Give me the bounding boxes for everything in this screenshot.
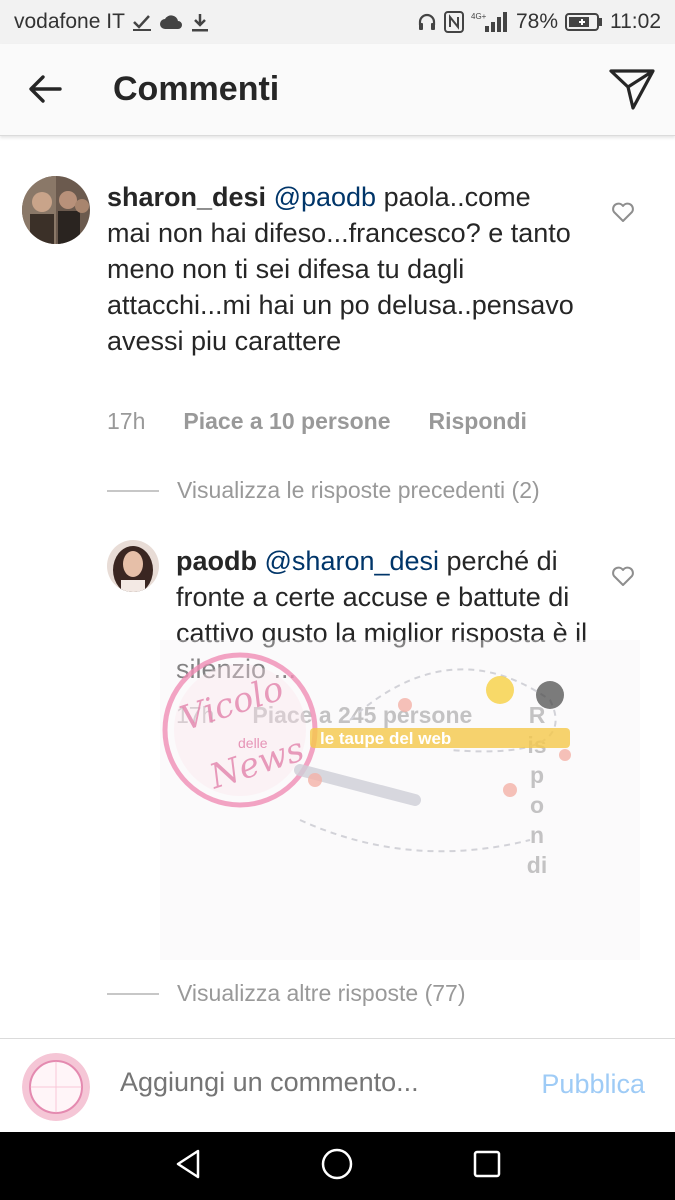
square-recents-icon: [472, 1149, 502, 1184]
view-previous-replies[interactable]: Visualizza le risposte precedenti (2): [107, 477, 540, 504]
heart-icon: [611, 565, 635, 592]
comment-text: sharon_desi @paodb paola..come mai non h…: [107, 179, 577, 359]
page-title: Commenti: [113, 70, 280, 108]
comment-item: sharon_desi @paodb paola..come mai non h…: [0, 136, 675, 466]
current-user-avatar: [22, 1053, 90, 1121]
download-icon: [190, 12, 210, 32]
comment-meta: 17h Piace a 245 persone: [176, 702, 472, 729]
app-header: Commenti: [0, 44, 675, 136]
comment-time: 17h: [107, 408, 146, 434]
clock: 11:02: [610, 10, 661, 33]
carrier-label: vodafone IT: [14, 10, 125, 33]
nav-back-button[interactable]: [170, 1148, 206, 1184]
comment-composer: Pubblica: [0, 1038, 675, 1132]
like-button[interactable]: [609, 564, 637, 592]
view-more-label: Visualizza altre risposte (77): [177, 980, 466, 1006]
paper-plane-icon: [609, 68, 655, 115]
cloud-icon: [159, 14, 183, 30]
avatar[interactable]: [22, 176, 90, 244]
comment-mention[interactable]: @sharon_desi: [265, 546, 440, 576]
reply-button[interactable]: Rispondi: [429, 408, 527, 435]
network-type: 4G+: [471, 12, 487, 21]
battery-percent: 78%: [515, 10, 558, 33]
reply-item: paodb @sharon_desi perché di fronte a ce…: [0, 530, 675, 878]
checkmark-icon: [132, 13, 152, 31]
comment-time: 17h: [176, 702, 215, 728]
nav-home-button[interactable]: [319, 1148, 355, 1184]
divider-line: [107, 992, 159, 995]
battery-icon: [565, 12, 603, 32]
comment-meta: 17h Piace a 10 persone Rispondi: [107, 408, 527, 435]
status-bar: vodafone IT 4G+ 78% 11:02: [0, 0, 675, 44]
publish-button[interactable]: Pubblica: [541, 1069, 645, 1100]
headphones-icon: [417, 12, 437, 32]
view-more-replies[interactable]: Visualizza altre risposte (77): [107, 980, 465, 1007]
divider-line: [107, 489, 159, 492]
back-button[interactable]: [22, 68, 68, 114]
nfc-icon: [443, 11, 464, 33]
comment-text: paodb @sharon_desi perché di fronte a ce…: [176, 543, 596, 687]
signal-icon: 4G+: [471, 11, 509, 33]
view-previous-label: Visualizza le risposte precedenti (2): [177, 477, 540, 503]
avatar[interactable]: [107, 540, 159, 592]
reply-button-vertical[interactable]: Rispondi: [526, 700, 548, 880]
system-nav-bar: [0, 1132, 675, 1200]
comment-username[interactable]: paodb: [176, 546, 257, 576]
likes-count-link[interactable]: Piace a 10 persone: [183, 408, 390, 435]
direct-send-button[interactable]: [607, 66, 657, 116]
back-arrow-icon: [28, 74, 62, 109]
like-button[interactable]: [609, 200, 637, 228]
comment-username[interactable]: sharon_desi: [107, 182, 266, 212]
triangle-back-icon: [172, 1148, 204, 1185]
circle-home-icon: [320, 1147, 354, 1186]
reply-label: Rispondi: [526, 702, 548, 878]
nav-recents-button[interactable]: [469, 1148, 505, 1184]
comment-mention[interactable]: @paodb: [274, 182, 377, 212]
likes-count-link[interactable]: Piace a 245 persone: [252, 702, 472, 729]
comment-input[interactable]: [120, 1067, 510, 1098]
heart-icon: [611, 201, 635, 228]
